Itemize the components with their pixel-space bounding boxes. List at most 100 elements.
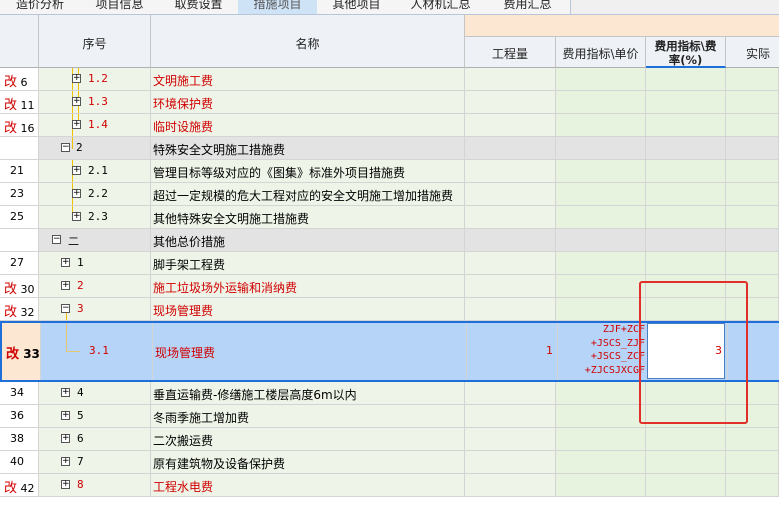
unit-price-cell[interactable] — [556, 298, 646, 320]
unit-price-cell[interactable] — [556, 68, 646, 90]
unit-price-formula-cell[interactable]: ZJF+ZCF +JSCS_ZJF +JSCS_ZCF +ZJCSJXCGF — [558, 323, 648, 380]
rate-cell[interactable] — [646, 206, 726, 228]
tab-measures[interactable]: 措施项目 — [238, 0, 318, 14]
collapse-icon[interactable]: − — [52, 235, 61, 244]
rate-cell[interactable] — [646, 68, 726, 90]
tab-fee-summary[interactable]: 费用汇总 — [485, 0, 571, 14]
unit-price-cell[interactable] — [556, 428, 646, 450]
unit-price-cell[interactable] — [556, 474, 646, 496]
row-number: 16 — [20, 122, 35, 135]
actual-cell[interactable] — [726, 91, 779, 113]
actual-cell[interactable] — [726, 183, 779, 205]
table-row[interactable]: 改 42 + 8 工程水电费 — [0, 474, 779, 497]
header-seq[interactable]: 序号 — [39, 15, 151, 68]
quantity-cell[interactable] — [465, 183, 556, 205]
table-row[interactable]: 25 + 2.3 其他特殊安全文明施工措施费 — [0, 206, 779, 229]
expand-icon[interactable]: + — [61, 480, 70, 489]
tab-other-items[interactable]: 其他项目 — [317, 0, 397, 14]
table-row[interactable]: 38 + 6 二次搬运费 — [0, 428, 779, 451]
item-name: 垂直运输费-修缮施工楼层高度6m以内 — [153, 388, 357, 402]
actual-cell[interactable] — [726, 160, 779, 182]
unit-price-cell[interactable] — [556, 114, 646, 136]
rate-cell[interactable] — [646, 451, 726, 473]
actual-cell[interactable] — [726, 114, 779, 136]
modified-mark: 改 — [6, 347, 20, 362]
actual-cell[interactable] — [726, 474, 779, 496]
expand-icon[interactable]: + — [61, 281, 70, 290]
actual-cell[interactable] — [726, 68, 779, 90]
quantity-cell[interactable] — [465, 298, 556, 320]
quantity-cell[interactable] — [465, 114, 556, 136]
expand-icon[interactable]: + — [72, 74, 81, 83]
table-row[interactable]: 27 + 1 脚手架工程费 — [0, 252, 779, 275]
actual-cell[interactable] — [726, 252, 779, 274]
unit-price-cell[interactable] — [556, 382, 646, 404]
unit-price-cell[interactable] — [556, 206, 646, 228]
header-unit-price[interactable]: 费用指标\单价 — [556, 37, 646, 68]
actual-cell[interactable] — [726, 428, 779, 450]
expand-icon[interactable]: + — [72, 189, 81, 198]
table-row[interactable]: 23 + 2.2 超过一定规模的危大工程对应的安全文明施工增加措施费 — [0, 183, 779, 206]
unit-price-cell[interactable] — [556, 91, 646, 113]
expand-icon[interactable]: + — [72, 120, 81, 129]
table-row[interactable]: 改 6 + 1.2 文明施工费 — [0, 68, 779, 91]
collapse-icon[interactable]: − — [61, 304, 70, 313]
table-row[interactable]: 改 16 + 1.4 临时设施费 — [0, 114, 779, 137]
quantity-cell[interactable] — [465, 428, 556, 450]
table-row[interactable]: 40 + 7 原有建筑物及设备保护费 — [0, 451, 779, 474]
quantity-cell[interactable] — [465, 275, 556, 297]
header-name[interactable]: 名称 — [151, 15, 465, 68]
rate-cell[interactable] — [646, 91, 726, 113]
table-row[interactable]: 改 11 + 1.3 环境保护费 — [0, 91, 779, 114]
unit-price-cell[interactable] — [556, 451, 646, 473]
rate-cell[interactable] — [646, 160, 726, 182]
rate-cell[interactable] — [646, 474, 726, 496]
modified-mark: 改 — [4, 98, 18, 113]
quantity-cell[interactable] — [465, 68, 556, 90]
quantity-cell[interactable] — [465, 382, 556, 404]
quantity-cell[interactable] — [465, 252, 556, 274]
header-rate[interactable]: 费用指标\费 率(%) — [646, 37, 726, 68]
expand-icon[interactable]: + — [61, 388, 70, 397]
expand-icon[interactable]: + — [61, 411, 70, 420]
table-row[interactable]: 21 + 2.1 管理目标等级对应的《图集》标准外项目措施费 — [0, 160, 779, 183]
collapse-icon[interactable]: − — [61, 143, 70, 152]
header-actual[interactable]: 实际 — [726, 37, 779, 68]
unit-price-cell[interactable] — [556, 183, 646, 205]
row-number: 40 — [10, 455, 24, 468]
formula-line: +ZJCSJXCGF — [584, 364, 645, 376]
actual-cell[interactable] — [726, 206, 779, 228]
quantity-cell[interactable] — [465, 451, 556, 473]
item-name: 现场管理费 — [155, 346, 216, 360]
header-quantity[interactable]: 工程量 — [465, 37, 556, 68]
expand-icon[interactable]: + — [72, 166, 81, 175]
quantity-cell[interactable] — [465, 405, 556, 427]
expand-icon[interactable]: + — [61, 258, 70, 267]
quantity-cell[interactable]: 1 — [467, 323, 558, 380]
tab-project-info[interactable]: 项目信息 — [80, 0, 160, 14]
rate-cell[interactable] — [646, 114, 726, 136]
quantity-cell[interactable] — [465, 91, 556, 113]
tab-labor-material-summary[interactable]: 人材机汇总 — [396, 0, 486, 14]
expand-icon[interactable]: + — [72, 97, 81, 106]
rate-cell[interactable] — [646, 428, 726, 450]
actual-cell[interactable] — [726, 451, 779, 473]
quantity-cell[interactable] — [465, 474, 556, 496]
row-number: 33 — [23, 347, 40, 361]
quantity-cell[interactable] — [465, 160, 556, 182]
item-code: 5 — [77, 409, 84, 422]
unit-price-cell[interactable] — [556, 160, 646, 182]
expand-icon[interactable]: + — [61, 434, 70, 443]
unit-price-cell[interactable] — [556, 252, 646, 274]
tab-cost-analysis[interactable]: 造价分析 — [0, 0, 81, 14]
quantity-cell[interactable] — [465, 206, 556, 228]
unit-price-cell[interactable] — [556, 405, 646, 427]
expand-icon[interactable]: + — [61, 457, 70, 466]
table-row-group[interactable]: − 二 其他总价措施 — [0, 229, 779, 252]
rate-cell[interactable] — [646, 183, 726, 205]
expand-icon[interactable]: + — [72, 212, 81, 221]
unit-price-cell[interactable] — [556, 275, 646, 297]
table-row-group[interactable]: − 2 特殊安全文明施工措施费 — [0, 137, 779, 160]
rate-cell[interactable] — [646, 252, 726, 274]
tab-fee-settings[interactable]: 取费设置 — [159, 0, 239, 14]
